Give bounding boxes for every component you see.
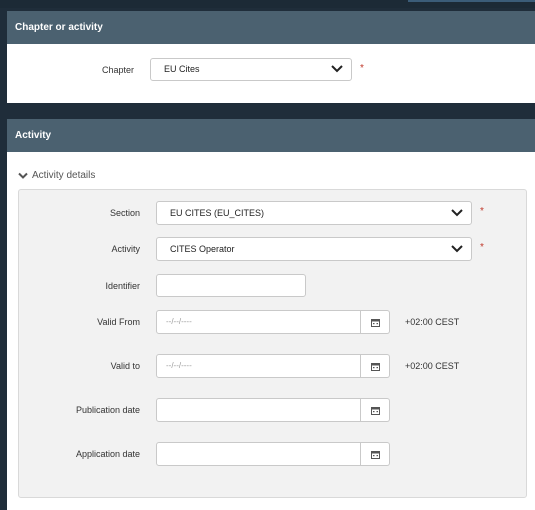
application-date-calendar-button[interactable]	[361, 442, 390, 466]
valid-from-input[interactable]: --/--/----	[156, 310, 361, 334]
publication-date-input[interactable]	[156, 398, 361, 422]
chapter-label: Chapter	[101, 65, 134, 75]
publication-date-calendar-button[interactable]	[361, 398, 390, 422]
calendar-icon	[371, 363, 380, 371]
valid-to-calendar-button[interactable]	[361, 354, 390, 378]
valid-from-calendar-button[interactable]	[361, 310, 390, 334]
calendar-icon	[371, 451, 380, 459]
calendar-icon	[371, 319, 380, 327]
section-select-value: EU CITES (EU_CITES)	[170, 208, 265, 218]
chapter-select-value: EU Cites	[164, 64, 200, 74]
section-required-mark: *	[480, 206, 484, 217]
activity-required-mark: *	[480, 242, 484, 253]
chevron-down-icon	[18, 172, 28, 179]
chevron-down-icon	[451, 209, 463, 217]
activity-panel-header: Activity	[7, 119, 535, 152]
activity-details-label: Activity details	[32, 170, 96, 181]
activity-select-value: CITES Operator	[170, 244, 235, 254]
publication-date-label: Publication date	[75, 405, 140, 415]
chapter-required-mark: *	[360, 63, 364, 74]
application-date-input[interactable]	[156, 442, 361, 466]
top-bar	[0, 0, 535, 8]
identifier-input[interactable]	[156, 274, 306, 297]
valid-from-timezone: +02:00 CEST	[405, 317, 460, 327]
chevron-down-icon	[451, 245, 463, 253]
top-accent-line	[408, 0, 535, 2]
chapter-select[interactable]: EU Cites	[150, 58, 352, 81]
activity-panel-title: Activity	[15, 130, 52, 141]
activity-label: Activity	[111, 244, 140, 254]
application-date-label: Application date	[75, 449, 140, 459]
valid-from-label: Valid From	[97, 317, 140, 327]
section-select[interactable]: EU CITES (EU_CITES)	[156, 201, 472, 225]
valid-to-timezone: +02:00 CEST	[405, 361, 460, 371]
calendar-icon	[371, 407, 380, 415]
activity-select[interactable]: CITES Operator	[156, 237, 472, 261]
chapter-panel-title: Chapter or activity	[15, 22, 103, 33]
valid-to-input[interactable]: --/--/----	[156, 354, 361, 378]
chapter-panel-header: Chapter or activity	[7, 11, 535, 44]
section-label: Section	[109, 208, 140, 218]
identifier-label: Identifier	[105, 281, 140, 291]
activity-details-toggle[interactable]: Activity details	[18, 170, 95, 181]
chevron-down-icon	[331, 65, 343, 73]
valid-to-label: Valid to	[110, 361, 140, 371]
